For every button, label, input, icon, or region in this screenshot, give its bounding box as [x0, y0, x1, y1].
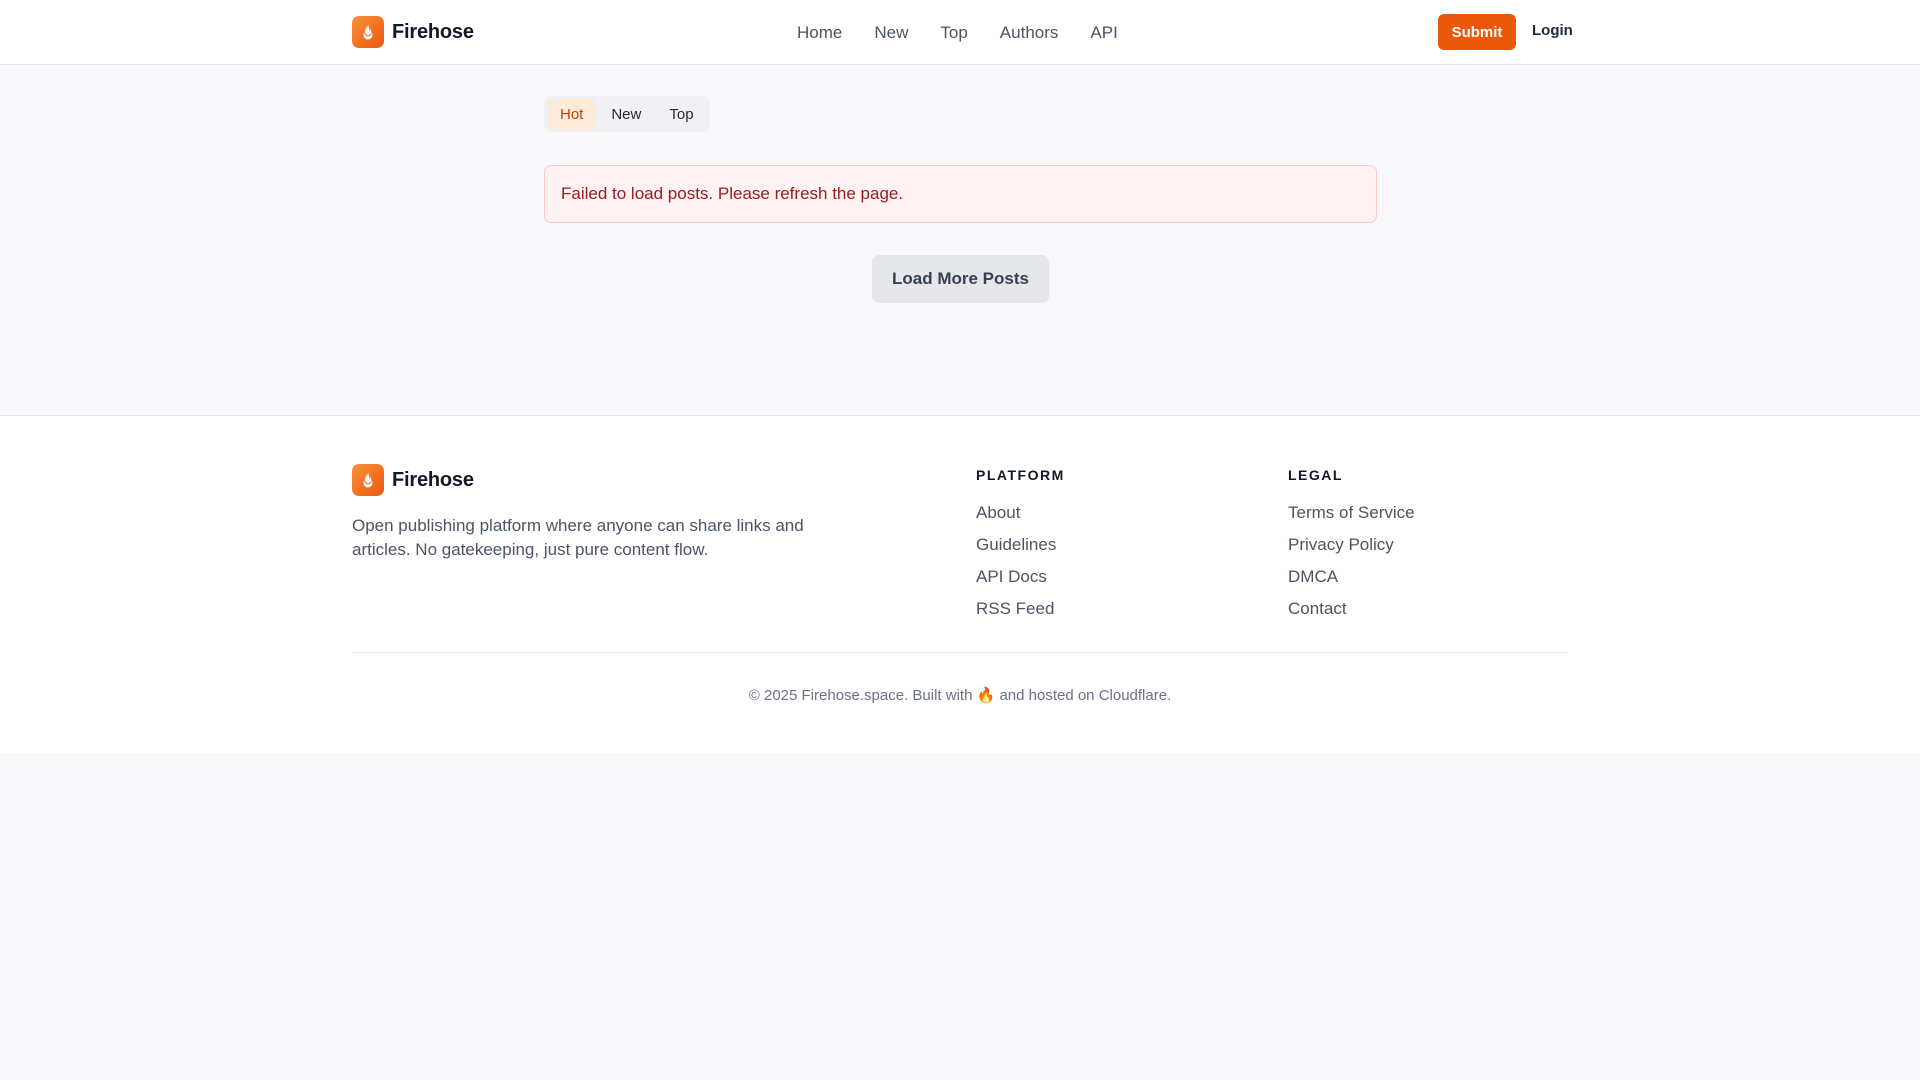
nav-api[interactable]: API [1090, 23, 1117, 43]
sort-tabs: Hot New Top [544, 96, 710, 132]
footer-platform-column: PLATFORM About Guidelines API Docs RSS F… [976, 467, 1065, 625]
load-more-button[interactable]: Load More Posts [872, 255, 1049, 303]
footer-brand-name: Firehose [392, 468, 474, 491]
error-message: Failed to load posts. Please refresh the… [561, 184, 904, 203]
tab-new[interactable]: New [598, 99, 654, 129]
main-nav: Home New Top Authors API [797, 0, 1118, 65]
footer-column-title: PLATFORM [976, 467, 1065, 483]
copyright-text: © 2025 Firehose.space. Built with 🔥 and … [748, 687, 1172, 704]
footer-link-api-docs[interactable]: API Docs [976, 561, 1065, 593]
footer-link-guidelines[interactable]: Guidelines [976, 529, 1065, 561]
brand-name: Firehose [392, 20, 474, 43]
error-alert: Failed to load posts. Please refresh the… [544, 165, 1377, 223]
footer-column-title: LEGAL [1288, 467, 1343, 483]
footer-link-dmca[interactable]: DMCA [1288, 561, 1415, 593]
header-logo[interactable]: Firehose [352, 16, 474, 48]
footer-link-contact[interactable]: Contact [1288, 593, 1415, 625]
tab-top[interactable]: Top [656, 99, 706, 129]
footer-divider [352, 652, 1568, 653]
nav-authors[interactable]: Authors [1000, 23, 1059, 43]
nav-top[interactable]: Top [940, 23, 967, 43]
footer-link-about[interactable]: About [976, 497, 1065, 529]
footer-logo[interactable]: Firehose [352, 464, 474, 496]
footer-link-privacy[interactable]: Privacy Policy [1288, 529, 1415, 561]
tab-hot[interactable]: Hot [547, 99, 597, 129]
footer-link-terms[interactable]: Terms of Service [1288, 497, 1415, 529]
nav-home[interactable]: Home [797, 23, 842, 43]
login-link[interactable]: Login [1532, 22, 1573, 39]
flame-icon [352, 464, 384, 496]
footer-description: Open publishing platform where anyone ca… [352, 516, 804, 559]
site-header: Firehose Home New Top Authors API Submit… [0, 0, 1920, 65]
nav-new[interactable]: New [874, 23, 908, 43]
footer-link-rss-feed[interactable]: RSS Feed [976, 593, 1065, 625]
footer-legal-column: LEGAL Terms of Service Privacy Policy DM… [1288, 467, 1415, 625]
submit-button[interactable]: Submit [1438, 14, 1516, 50]
site-footer: Firehose Open publishing platform where … [0, 415, 1920, 753]
flame-icon [352, 16, 384, 48]
